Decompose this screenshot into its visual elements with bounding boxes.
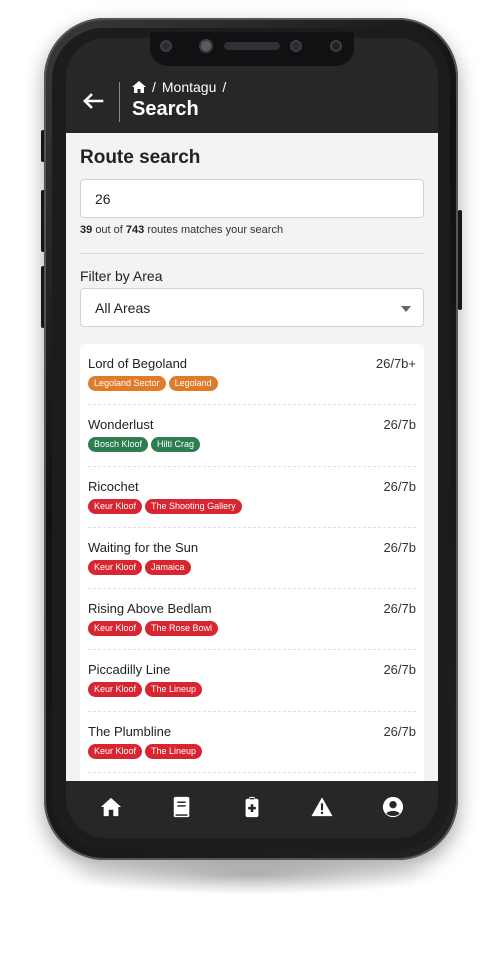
area-tag[interactable]: Hilti Crag — [151, 437, 201, 453]
route-grade: 26/7b — [383, 662, 416, 678]
page-title: Search — [132, 98, 199, 120]
breadcrumb-item-montagu[interactable]: Montagu — [162, 79, 216, 95]
stage: / Montagu / Search Route search 26 39 ou… — [0, 0, 500, 957]
route-row[interactable]: Rising Above Bedlam 26/7b Keur Kloof The Ro… — [88, 589, 416, 651]
route-grade: 26/7b — [383, 478, 416, 494]
nav-profile[interactable] — [373, 792, 413, 822]
area-tag[interactable]: The Shooting Gallery — [145, 498, 242, 514]
home-icon[interactable] — [132, 81, 146, 93]
route-row[interactable]: Ricochet 26/7b Keur Kloof The Shooting Gall… — [88, 467, 416, 528]
nav-warning[interactable] — [302, 792, 342, 822]
route-grade: 26/7b — [383, 417, 416, 433]
matches-suffix-text: routes matches your search — [147, 224, 284, 236]
route-grade: 26/7b — [383, 539, 416, 555]
camera-lens — [199, 39, 213, 53]
warning-icon — [311, 796, 333, 816]
nav-first-aid[interactable] — [232, 792, 272, 822]
route-name: Lord of Begoland — [88, 356, 188, 371]
route-list: Lord of Begoland 26/7b+ Legoland Sector Leg… — [80, 344, 424, 781]
matches-mid-text: out of — [95, 224, 123, 236]
area-tag[interactable]: Bosch Kloof — [88, 437, 149, 453]
route-name: Piccadilly Line — [88, 662, 171, 678]
area-tag[interactable]: Keur Kloof — [88, 682, 143, 698]
route-name: Wonderlust — [88, 417, 154, 433]
phone-shadow — [60, 855, 440, 895]
route-name: Rising Above Bedlam — [88, 601, 212, 617]
divider — [80, 253, 424, 254]
total-count: 743 — [125, 224, 145, 236]
route-grade: 26/7b — [383, 723, 416, 739]
clipboard-medical-icon — [245, 796, 259, 817]
route-search-heading: Route search — [80, 147, 201, 168]
route-grade: 26/7b+ — [375, 356, 416, 371]
area-tag[interactable]: Keur Kloof — [88, 743, 143, 759]
book-icon — [173, 796, 189, 817]
area-select[interactable]: All Areas — [80, 288, 424, 327]
home-icon — [101, 797, 122, 816]
area-tag[interactable]: Keur Kloof — [88, 621, 143, 637]
area-tag[interactable]: Keur Kloof — [88, 498, 143, 514]
nav-book[interactable] — [162, 792, 202, 822]
route-tags: Keur Kloof The Shooting Gallery — [88, 498, 242, 514]
route-grade: 26/7b — [383, 601, 416, 617]
back-button[interactable] — [82, 90, 104, 112]
route-row[interactable]: Piccadilly Line 26/7b Keur Kloof The Lineup — [88, 650, 416, 712]
breadcrumb: / Montagu / — [132, 79, 226, 95]
route-tags: Keur Kloof The Lineup — [88, 743, 203, 759]
route-row[interactable]: Wonderlust 26/7b Bosch Kloof Hilti Crag — [88, 405, 416, 467]
chevron-down-icon — [401, 306, 411, 312]
breadcrumb-separator: / — [152, 79, 156, 95]
route-name: Waiting for the Sun — [88, 539, 199, 555]
route-row[interactable]: The Plumbline 26/7b Keur Kloof The Lineup — [88, 712, 416, 774]
route-name: The Plumbline — [88, 723, 172, 739]
area-tag[interactable]: The Lineup — [145, 743, 203, 759]
route-name: Ricochet — [88, 478, 139, 494]
area-tag[interactable]: The Lineup — [145, 682, 203, 698]
area-tag[interactable]: Legoland — [168, 376, 218, 391]
route-tags: Keur Kloof Jamaica — [88, 559, 191, 575]
search-input[interactable]: 26 — [80, 179, 424, 218]
main-content: Route search 26 39 out of 743 routes mat… — [66, 133, 438, 781]
filter-area-label: Filter by Area — [80, 268, 163, 284]
breadcrumb-separator: / — [222, 79, 227, 95]
bottom-nav — [66, 781, 438, 838]
nav-home[interactable] — [91, 792, 131, 822]
route-tags: Legoland Sector Legoland — [88, 376, 218, 391]
sensor-dot — [160, 40, 172, 52]
phone-power-button — [458, 210, 462, 310]
route-tags: Keur Kloof The Lineup — [88, 682, 203, 698]
area-select-value: All Areas — [95, 299, 151, 316]
sensor-dot — [290, 40, 302, 52]
area-tag[interactable]: The Rose Bowl — [145, 621, 219, 637]
area-tag[interactable]: Keur Kloof — [88, 559, 143, 575]
area-tag[interactable]: Jamaica — [145, 559, 191, 575]
arrow-left-icon — [83, 93, 104, 109]
user-circle-icon — [382, 796, 403, 817]
route-row[interactable]: Lord of Begoland 26/7b+ Legoland Sector Leg… — [88, 344, 416, 406]
result-count: 39 out of 743 routes matches your search — [80, 224, 283, 236]
route-row[interactable]: Waiting for the Sun 26/7b Keur Kloof Jamaic… — [88, 528, 416, 590]
app-screen: / Montagu / Search Route search 26 39 ou… — [66, 38, 438, 838]
sensor-dot — [330, 40, 342, 52]
header-divider — [119, 82, 120, 122]
area-tag[interactable]: Legoland Sector — [88, 376, 166, 391]
phone-speaker — [224, 42, 280, 50]
route-tags: Keur Kloof The Rose Bowl — [88, 621, 219, 637]
route-tags: Bosch Kloof Hilti Crag — [88, 437, 201, 453]
matches-count: 39 — [80, 224, 93, 236]
